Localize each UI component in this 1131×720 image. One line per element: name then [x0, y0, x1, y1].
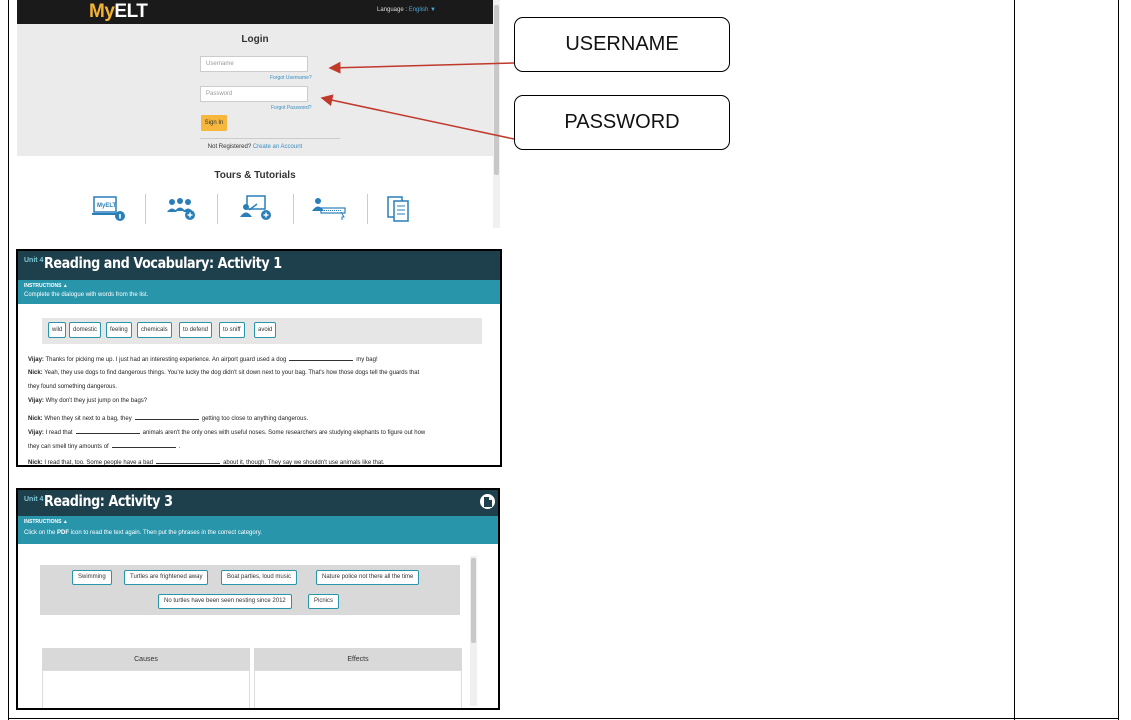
instr-part: Click on the	[24, 530, 56, 536]
instructions-toggle[interactable]: INSTRUCTIONS ▲	[24, 519, 68, 525]
line-text: animals aren't the only ones with useful…	[142, 430, 426, 436]
dialogue-line: Nick: Yeah, they use dogs to find danger…	[28, 370, 419, 376]
dialogue-line: Vijay: Why don't they just jump on the b…	[28, 398, 147, 404]
line-text: about it, though. They say we shouldn't …	[223, 460, 385, 466]
answer-blank[interactable]	[111, 441, 176, 448]
answer-blank[interactable]	[75, 427, 140, 434]
word-chip[interactable]: wild	[48, 322, 67, 338]
word-chip[interactable]: avoid	[254, 322, 277, 338]
phrase-bank: Swimming Turtles are frightened away Boa…	[40, 565, 460, 615]
causes-drop-zone[interactable]	[42, 670, 250, 708]
word-bank: wild domestic feeling chemicals to defen…	[42, 318, 482, 344]
instr-part: icon to read the text again. Then put th…	[70, 530, 262, 536]
phrase-chip[interactable]: Boat parties, loud music	[221, 570, 298, 585]
reading-activity-screenshot: Unit 4 Reading: Activity 3 INSTRUCTIONS …	[16, 488, 500, 710]
speaker: Nick:	[28, 460, 43, 466]
instructions-text: Complete the dialogue with words from th…	[24, 292, 149, 298]
pdf-icon[interactable]	[480, 494, 495, 509]
dialogue-line: they can smell tiny amounts of.	[28, 441, 180, 450]
line-text: Yeah, they use dogs to find dangerous th…	[44, 370, 420, 376]
phrase-chip[interactable]: Turtles are frightened away	[124, 570, 209, 585]
line-text: they can smell tiny amounts of	[28, 444, 109, 450]
unit-label: Unit 4	[24, 257, 44, 264]
answer-blank[interactable]	[156, 457, 221, 464]
scrollbar-thumb[interactable]	[471, 558, 476, 643]
effects-column-header: Effects	[254, 648, 462, 670]
dialogue-line: Nick: I read that, too. Some people have…	[28, 457, 385, 466]
dialogue-line: they found something dangerous.	[28, 384, 117, 390]
speaker: Vijay:	[28, 430, 44, 436]
activity-header: Unit 4 Reading: Activity 3	[18, 490, 498, 516]
word-chip[interactable]: to defend	[179, 322, 213, 338]
word-chip[interactable]: to sniff	[219, 322, 245, 338]
activity-title: Reading: Activity 3	[44, 492, 173, 510]
unit-label: Unit 4	[24, 496, 44, 503]
line-text: they found something dangerous.	[28, 384, 118, 390]
line-text: getting too close to anything dangerous.	[201, 416, 309, 422]
dialogue-line: Vijay: I read that animals aren't the onl…	[28, 427, 425, 436]
phrase-chip[interactable]: Swimming	[72, 570, 112, 585]
instructions-text: Click on the PDF icon to read the text a…	[24, 530, 262, 536]
instructions-bar: INSTRUCTIONS ▲ Complete the dialogue wit…	[18, 280, 500, 304]
line-text: Why don't they just jump on the bags?	[45, 398, 148, 404]
line-text: I read that	[45, 430, 73, 436]
phrase-chip[interactable]: No turtles have been seen nesting since …	[158, 594, 292, 609]
causes-column-header: Causes	[42, 648, 250, 670]
word-chip[interactable]: chemicals	[137, 322, 172, 338]
effects-drop-zone[interactable]	[254, 670, 462, 708]
word-chip[interactable]: feeling	[106, 322, 132, 338]
password-arrow	[320, 94, 515, 140]
line-text: Thanks for picking me up. I just had an …	[45, 357, 287, 363]
speaker: Nick:	[28, 416, 43, 422]
username-arrow	[328, 61, 515, 74]
word-chip[interactable]: domestic	[69, 322, 102, 338]
answer-blank[interactable]	[289, 354, 354, 361]
instructions-toggle[interactable]: INSTRUCTIONS ▲	[24, 283, 68, 289]
dialogue-line: Nick: When they sit next to a bag, they g…	[28, 413, 308, 422]
instr-pdf: PDF	[57, 530, 70, 536]
answer-blank[interactable]	[134, 413, 199, 420]
activity-title: Reading and Vocabulary: Activity 1	[44, 254, 282, 272]
line-text: I read that, too. Some people have a bad	[44, 460, 154, 466]
phrase-chip[interactable]: Picnics	[308, 594, 340, 609]
speaker: Nick:	[28, 370, 43, 376]
phrase-chip[interactable]: Nature police not there all the time	[316, 570, 420, 585]
vocabulary-activity-screenshot: Unit 4 Reading and Vocabulary: Activity …	[16, 249, 502, 467]
dialogue-line: Vijay: Thanks for picking me up. I just …	[28, 354, 378, 363]
line-text: When they sit next to a bag, they	[44, 416, 132, 422]
speaker: Vijay:	[28, 357, 44, 363]
activity-header: Unit 4 Reading and Vocabulary: Activity …	[18, 251, 500, 280]
instructions-bar: INSTRUCTIONS ▲ Click on the PDF icon to …	[18, 516, 498, 544]
line-text: my bag!	[356, 357, 378, 363]
line-text: .	[178, 444, 181, 450]
speaker: Vijay:	[28, 398, 44, 404]
